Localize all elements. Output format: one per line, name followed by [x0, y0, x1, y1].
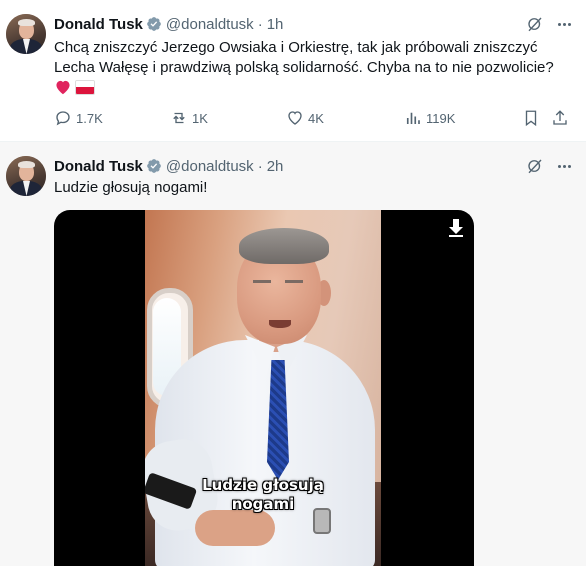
grok-icon[interactable]: [526, 157, 544, 175]
timestamp[interactable]: 1h: [267, 16, 284, 33]
reply-button[interactable]: 1.7K: [54, 108, 103, 128]
views-count: 119K: [426, 110, 456, 126]
separator-dot: ·: [257, 15, 263, 33]
tweet-text-line-1: Ludzie głosują nogami!: [54, 179, 208, 196]
tweet-header: Donald Tusk @donaldtusk · 2h: [54, 156, 283, 176]
more-icon[interactable]: [554, 14, 574, 34]
video-caption-line-2: nogami: [231, 495, 295, 513]
author-name[interactable]: Donald Tusk: [54, 16, 143, 33]
emoji-row: [54, 79, 95, 95]
video-player[interactable]: Ludzie głosują nogami: [54, 210, 474, 566]
avatar[interactable]: [6, 14, 46, 54]
grok-icon[interactable]: [526, 15, 544, 33]
author-name[interactable]: Donald Tusk: [54, 158, 143, 175]
author-handle[interactable]: @donaldtusk: [166, 16, 254, 33]
poland-flag-icon: [75, 79, 95, 95]
views-icon: [406, 112, 420, 124]
avatar[interactable]: [6, 156, 46, 196]
more-icon[interactable]: [554, 156, 574, 176]
repost-button[interactable]: 1K: [170, 108, 208, 128]
like-icon: [288, 111, 302, 125]
download-icon[interactable]: [448, 219, 464, 237]
share-button[interactable]: [551, 108, 569, 128]
tweet-header: Donald Tusk @donaldtusk · 1h: [54, 14, 283, 34]
tweet-text-line-1: Chcą zniszczyć Jerzego Owsiaka i Orkiest…: [54, 39, 538, 56]
verified-badge-icon: [147, 159, 161, 173]
repost-icon: [173, 112, 185, 124]
views-button[interactable]: 119K: [404, 108, 455, 128]
bookmark-icon: [525, 110, 537, 127]
author-handle[interactable]: @donaldtusk: [166, 158, 254, 175]
timestamp[interactable]: 2h: [267, 158, 284, 175]
like-button[interactable]: 4K: [286, 108, 324, 128]
reply-icon: [56, 111, 70, 126]
bookmark-button[interactable]: [522, 108, 540, 128]
repost-count: 1K: [192, 110, 208, 126]
video-caption: Ludzie głosują nogami: [145, 476, 381, 514]
share-icon: [553, 110, 567, 125]
video-frame[interactable]: Ludzie głosują nogami: [145, 210, 381, 566]
red-heart-icon: [56, 80, 70, 95]
video-caption-line-1: Ludzie głosują: [202, 476, 324, 494]
reply-count: 1.7K: [76, 110, 103, 126]
tweet-text-line-2: Lecha Wałęsę i prawdziwą polską solidarn…: [54, 59, 554, 76]
verified-badge-icon: [147, 17, 161, 31]
tweet-1[interactable]: Donald Tusk @donaldtusk · 1h Chcą zniszc…: [0, 0, 586, 142]
separator-dot: ·: [257, 157, 263, 175]
tweet-actions: 1.7K 1K 4K 119K: [54, 108, 574, 128]
like-count: 4K: [308, 110, 324, 126]
